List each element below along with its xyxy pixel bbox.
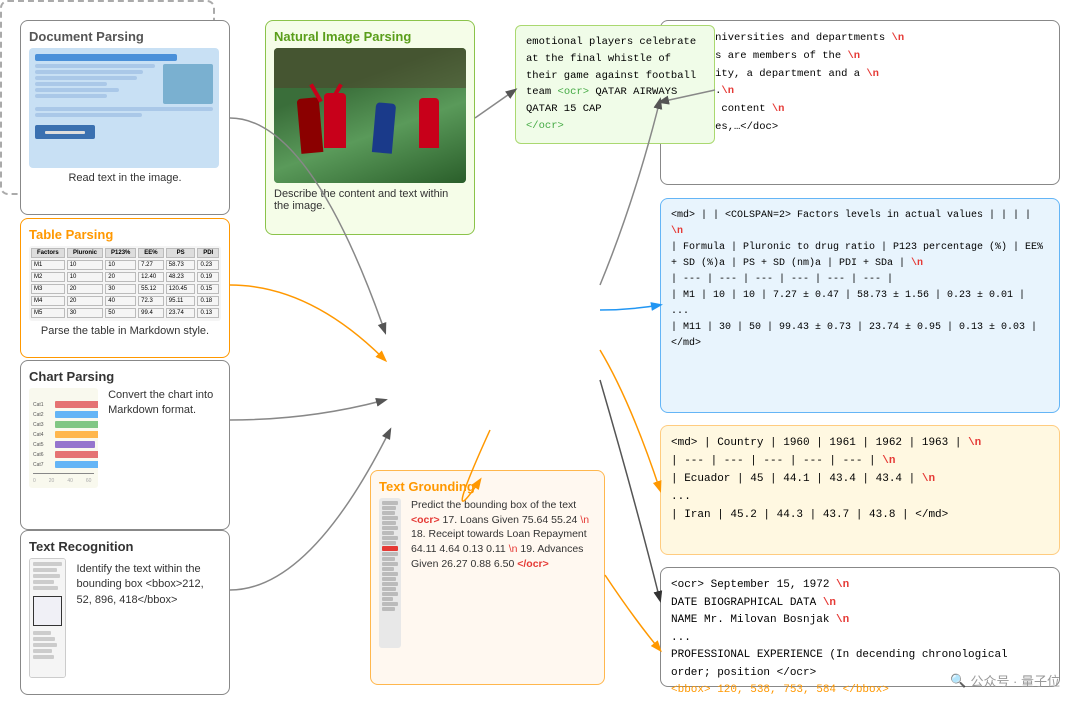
text-grounding-title: Text Grounding: [379, 479, 596, 494]
text-grounding-panel: Text Grounding: [370, 470, 605, 685]
text-grounding-caption: Predict the bounding box of the text <oc…: [407, 498, 596, 571]
nat-parsing-caption: Describe the content and text within the…: [274, 188, 466, 212]
watermark-icon: 🔍: [950, 673, 966, 689]
output-doc-panel: <doc> Universities and departments \n St…: [660, 20, 1060, 185]
chart-parsing-title: Chart Parsing: [29, 369, 221, 384]
output-table-panel: <md> | | <COLSPAN=2> Factors levels in a…: [660, 198, 1060, 413]
doc-parsing-title: Document Parsing: [29, 29, 221, 44]
text-recog-title: Text Recognition: [29, 539, 221, 554]
output-table-text: <md> | | <COLSPAN=2> Factors levels in a…: [671, 210, 1043, 349]
nat-parsing-title: Natural Image Parsing: [274, 29, 466, 44]
chart-parsing-caption: Convert the chart into Markdown format.: [104, 388, 221, 419]
output-country-text: <md> | Country | 1960 | 1961 | 1962 | 19…: [671, 437, 981, 521]
chart-parsing-image: Cat1 Cat2 Cat3 Cat4 Cat5 Cat6 Cat7 0 20 …: [29, 388, 98, 488]
output-ocr-panel: <ocr> September 15, 1972 \n DATE BIOGRAP…: [660, 567, 1060, 687]
doc-parsing-panel: Document Parsing Read text in t: [20, 20, 230, 215]
nat-parsing-image: [274, 48, 466, 183]
text-recog-panel: Text Recognition Identify the text withi…: [20, 530, 230, 695]
text-grounding-image: [379, 498, 401, 648]
watermark-text: 公众号 · 量子位: [970, 671, 1060, 690]
table-parsing-caption: Parse the table in Markdown style.: [29, 325, 221, 337]
doc-parsing-caption: Read text in the image.: [29, 172, 221, 184]
ocr-output-panel: emotional players celebrate at the final…: [515, 25, 715, 144]
text-recog-caption: Identify the text within the bounding bo…: [72, 562, 221, 608]
text-recog-image: [29, 558, 66, 678]
chart-parsing-panel: Chart Parsing Cat1 Cat2 Cat3 Cat4 Cat5 C…: [20, 360, 230, 530]
table-parsing-panel: Table Parsing FactorsPluronicP123%EE%PSP…: [20, 218, 230, 358]
table-parsing-image: FactorsPluronicP123%EE%PSPDI M110107.275…: [29, 246, 221, 321]
doc-parsing-image: [29, 48, 219, 168]
table-parsing-title: Table Parsing: [29, 227, 221, 242]
watermark: 🔍 公众号 · 量子位: [950, 671, 1060, 690]
ocr-output-text: emotional players celebrate at the final…: [526, 36, 696, 132]
nat-parsing-panel: Natural Image Parsing Describe the conte…: [265, 20, 475, 235]
output-country-panel: <md> | Country | 1960 | 1961 | 1962 | 19…: [660, 425, 1060, 555]
